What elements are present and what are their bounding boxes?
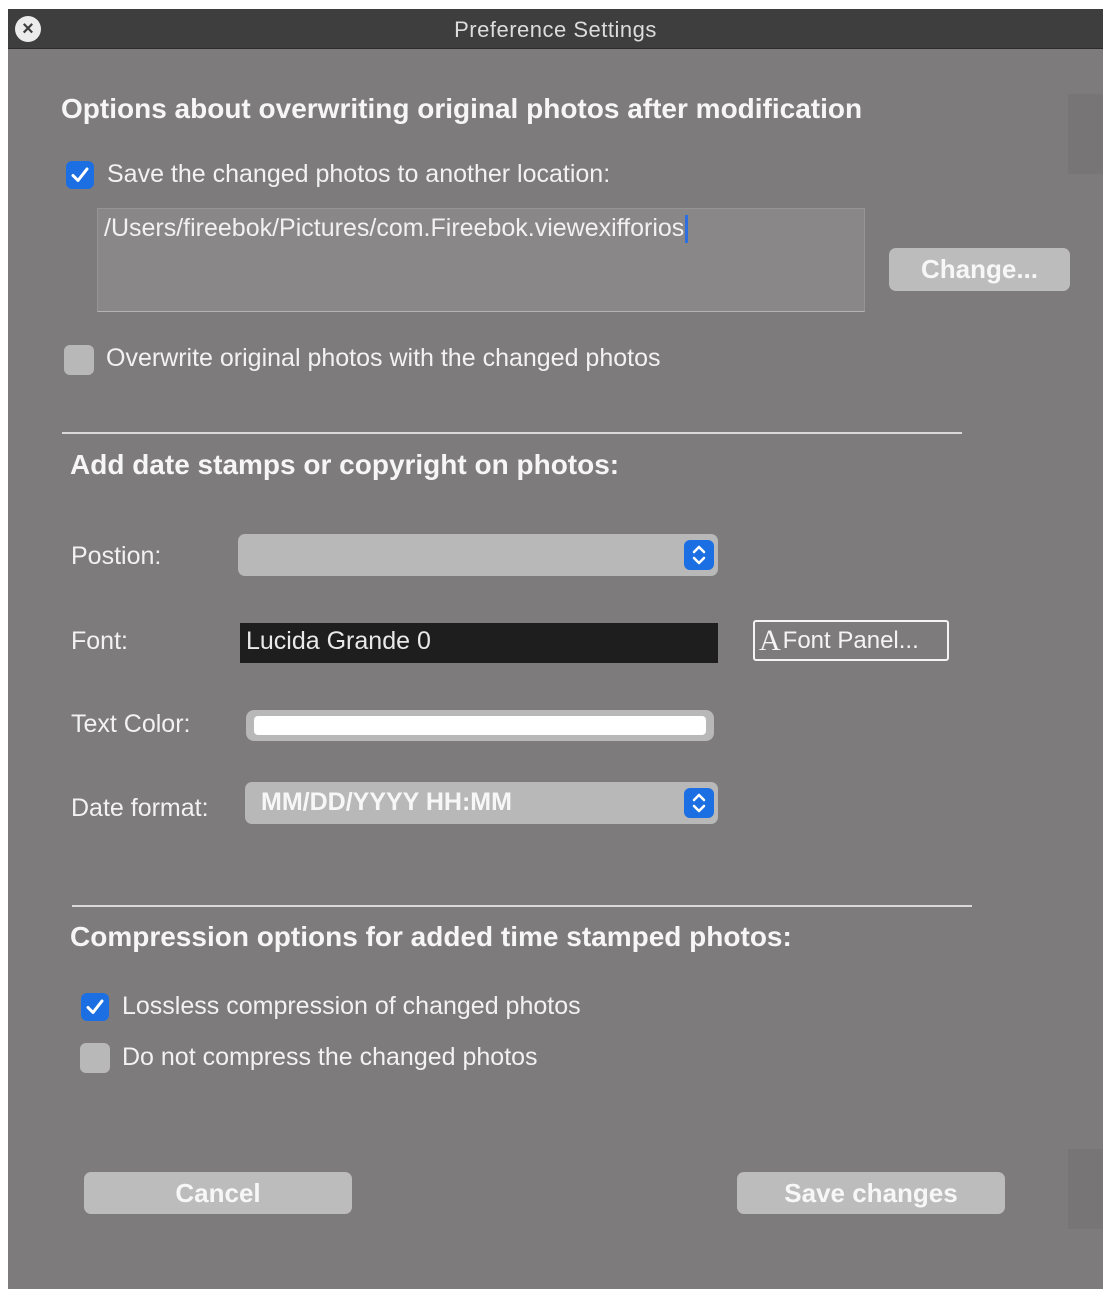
change-button[interactable]: Change...	[889, 248, 1070, 291]
text-color-well[interactable]	[246, 710, 714, 741]
stamp-section-heading: Add date stamps or copyright on photos:	[70, 449, 620, 480]
font-letter-icon: A	[759, 623, 781, 657]
location-path-field[interactable]: /Users/fireebok/Pictures/com.Fireebok.vi…	[97, 208, 865, 312]
text-color-swatch	[254, 716, 706, 735]
font-field: Lucida Grande 0	[240, 623, 718, 663]
no-compress-label: Do not compress the changed photos	[122, 1043, 538, 1071]
font-panel-label: Font Panel...	[782, 626, 919, 654]
overwrite-label: Overwrite original photos with the chang…	[106, 344, 661, 372]
lossless-checkbox[interactable]	[81, 993, 109, 1021]
date-format-popup[interactable]: MM/DD/YYYY HH:MM	[245, 782, 718, 824]
cancel-button[interactable]: Cancel	[84, 1172, 352, 1214]
text-color-label: Text Color:	[71, 710, 191, 738]
date-format-value: MM/DD/YYYY HH:MM	[261, 788, 512, 816]
text-caret	[685, 215, 689, 244]
edge-shade	[1068, 1149, 1103, 1229]
window-title: Preference Settings	[454, 17, 657, 42]
checkmark-icon	[71, 167, 89, 182]
save-elsewhere-label: Save the changed photos to another locat…	[107, 160, 611, 188]
save-changes-button[interactable]: Save changes	[737, 1172, 1005, 1214]
save-elsewhere-checkbox[interactable]	[66, 161, 94, 189]
location-path-text: /Users/fireebok/Pictures/com.Fireebok.vi…	[104, 214, 685, 242]
up-down-chevron-icon	[684, 540, 714, 570]
lossless-label: Lossless compression of changed photos	[122, 992, 581, 1020]
section-divider	[62, 432, 962, 434]
no-compress-checkbox[interactable]	[80, 1043, 110, 1073]
up-down-chevron-icon	[684, 788, 714, 818]
position-popup[interactable]	[238, 534, 718, 576]
title-bar: × Preference Settings	[8, 9, 1103, 49]
checkmark-icon	[86, 999, 104, 1014]
font-panel-button[interactable]: A Font Panel...	[753, 620, 949, 661]
date-format-label: Date format:	[71, 794, 209, 822]
compression-section-heading: Compression options for added time stamp…	[70, 921, 792, 952]
position-label: Postion:	[71, 542, 162, 570]
overwrite-section-heading: Options about overwriting original photo…	[61, 93, 863, 124]
overwrite-checkbox[interactable]	[64, 345, 94, 375]
font-value: Lucida Grande 0	[246, 627, 431, 655]
edge-shade	[1068, 94, 1103, 174]
preference-window: × Preference Settings Options about over…	[8, 9, 1103, 1289]
font-label: Font:	[71, 627, 128, 655]
section-divider	[72, 905, 972, 907]
